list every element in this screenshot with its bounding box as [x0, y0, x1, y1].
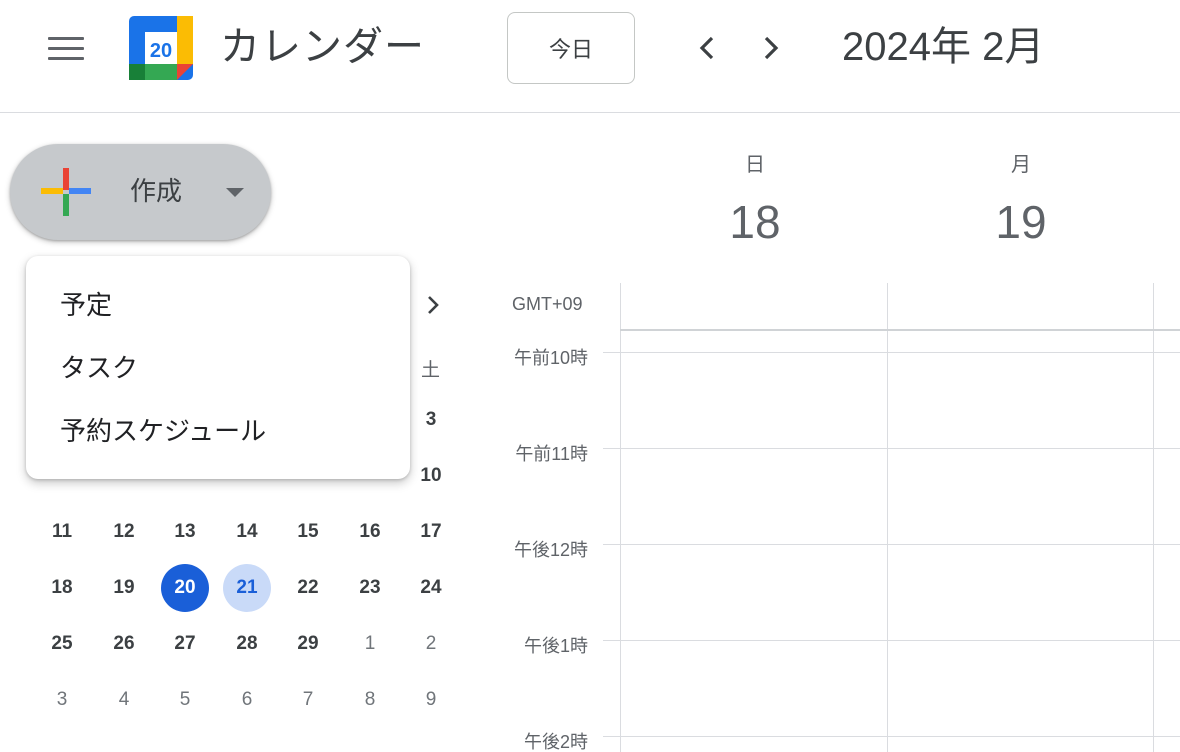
mini-calendar-day[interactable]: 6 — [223, 676, 271, 724]
mini-calendar-day[interactable]: 28 — [223, 620, 271, 668]
calendar-logo-icon[interactable]: 20 — [129, 16, 193, 80]
grid-divider — [1153, 283, 1154, 752]
mini-calendar-day[interactable]: 23 — [346, 564, 394, 612]
menu-item-task[interactable]: タスク — [26, 336, 410, 396]
create-dropdown-menu: 予定 タスク 予約スケジュール — [26, 256, 410, 479]
mini-calendar-day[interactable]: 14 — [223, 508, 271, 556]
day-header-weekday: 日 — [745, 154, 765, 176]
app-title: カレンダー — [220, 25, 425, 69]
chevron-left-icon[interactable] — [683, 24, 731, 72]
mini-calendar-day[interactable]: 3 — [38, 676, 86, 724]
current-month-title: 2024年 2月 — [842, 25, 1045, 69]
time-label: 午後12時 — [513, 540, 588, 560]
hour-line — [603, 640, 1180, 641]
day-header-sun[interactable]: 日 18 — [705, 148, 805, 249]
plus-icon — [40, 166, 92, 218]
time-label: 午後2時 — [523, 732, 588, 752]
menu-item-event[interactable]: 予定 — [26, 273, 410, 333]
mini-calendar-day[interactable]: 26 — [100, 620, 148, 668]
grid-divider — [887, 283, 888, 752]
mini-calendar-day[interactable]: 15 — [284, 508, 332, 556]
mini-calendar-day[interactable]: 12 — [100, 508, 148, 556]
menu-item-appointment-schedule[interactable]: 予約スケジュール — [26, 399, 410, 459]
mini-calendar-day[interactable]: 9 — [407, 676, 455, 724]
mini-calendar-day[interactable]: 10 — [407, 452, 455, 500]
timezone-label: GMT+09 — [512, 294, 583, 314]
mini-calendar-day[interactable]: 11 — [38, 508, 86, 556]
mini-calendar-day[interactable]: 8 — [346, 676, 394, 724]
mini-calendar-day[interactable]: 24 — [407, 564, 455, 612]
mini-calendar-day[interactable]: 17 — [407, 508, 455, 556]
day-header-mon[interactable]: 月 19 — [971, 148, 1071, 249]
mini-calendar-day[interactable]: 21 — [223, 564, 271, 612]
svg-text:20: 20 — [150, 40, 172, 62]
hour-line — [603, 448, 1180, 449]
mini-calendar-day[interactable]: 1 — [346, 620, 394, 668]
hour-line — [603, 736, 1180, 737]
chevron-right-icon[interactable] — [747, 24, 795, 72]
mini-calendar-day[interactable]: 22 — [284, 564, 332, 612]
mini-calendar-next-icon[interactable] — [418, 288, 448, 322]
main-menu-icon[interactable] — [40, 26, 92, 70]
day-header-number[interactable]: 19 — [971, 195, 1071, 249]
mini-calendar-day[interactable]: 13 — [161, 508, 209, 556]
time-label: 午前10時 — [513, 348, 588, 368]
hour-line — [603, 544, 1180, 545]
mini-calendar-day[interactable]: 16 — [346, 508, 394, 556]
top-bar: 20 カレンダー 今日 2024年 2月 — [0, 0, 1180, 113]
mini-calendar-day[interactable]: 2 — [407, 620, 455, 668]
all-day-divider — [620, 329, 1180, 331]
mini-calendar-day[interactable]: 18 — [38, 564, 86, 612]
day-header-number[interactable]: 18 — [705, 195, 805, 249]
create-label: 作成 — [130, 176, 183, 206]
mini-calendar-day[interactable]: 7 — [284, 676, 332, 724]
mini-calendar-day[interactable]: 5 — [161, 676, 209, 724]
create-button[interactable]: 作成 — [10, 144, 271, 240]
time-label: 午前11時 — [515, 444, 588, 464]
mini-calendar-day[interactable]: 19 — [100, 564, 148, 612]
mini-calendar-day[interactable]: 27 — [161, 620, 209, 668]
hour-line — [603, 352, 1180, 353]
day-header-weekday: 月 — [1011, 154, 1031, 176]
mini-calendar-day[interactable]: 25 — [38, 620, 86, 668]
today-button[interactable]: 今日 — [507, 12, 635, 84]
mini-calendar-day[interactable]: 3 — [407, 396, 455, 444]
mini-calendar-day[interactable]: 20 — [161, 564, 209, 612]
mini-calendar-day[interactable]: 29 — [284, 620, 332, 668]
caret-down-icon — [226, 188, 244, 197]
grid-divider — [620, 283, 621, 752]
mini-calendar-weekday-sat: 土 — [421, 360, 441, 381]
time-label: 午後1時 — [523, 636, 588, 656]
mini-calendar-day[interactable]: 4 — [100, 676, 148, 724]
